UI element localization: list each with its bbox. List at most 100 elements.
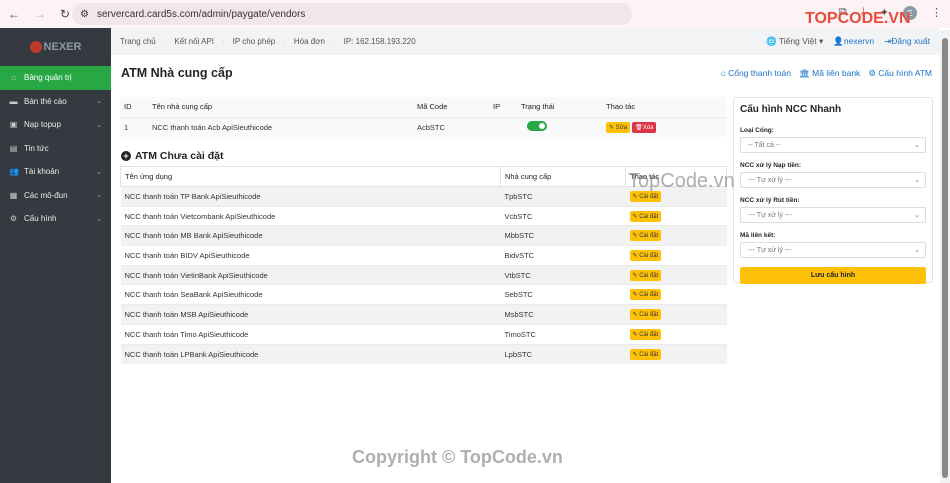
payment-gateway-link[interactable]: ⌂ Cổng thanh toán — [721, 68, 791, 79]
language-select[interactable]: 🌐 Tiếng Việt ▾ — [766, 36, 823, 47]
table-row: NCC thanh toán LPBank ApiSieuthicode LpbS… — [120, 343, 727, 364]
url-text: servercard.card5s.com/admin/paygate/vend… — [96, 8, 306, 20]
wrench-icon: ✎ — [632, 331, 638, 338]
col-code: Mã Code — [417, 102, 448, 112]
cell-provider: BidvSTC — [500, 245, 626, 266]
sidebar-item[interactable]: ▤ Tin tức — [0, 137, 111, 161]
gear-icon: ⚙ — [9, 214, 18, 224]
user-icon: 👤 — [833, 36, 844, 46]
cell-app: NCC thanh toán BIDV ApiSieuthicode — [120, 245, 501, 266]
chevron-down-icon: ⌄ — [96, 98, 102, 106]
logo-mark-icon — [29, 41, 42, 53]
install-label: Cài đặt — [639, 233, 659, 240]
install-button[interactable]: ✎ Cài đặt — [629, 348, 662, 360]
table-row: NCC thanh toán MSB ApiSieuthicode MsbSTC ✎… — [120, 304, 727, 325]
logout-link[interactable]: ⇥Đăng xuất — [884, 36, 930, 47]
sidebar-item[interactable]: ⌂ Bảng quản trị — [0, 66, 111, 90]
user-link[interactable]: 👤nexervn — [833, 36, 874, 47]
edit-label: Sửa — [615, 124, 628, 131]
topup-icon: ▣ — [9, 120, 18, 130]
ip-address: IP: 162.158.193.220 — [343, 37, 416, 46]
install-button[interactable]: ✎ Cài đặt — [629, 210, 662, 222]
address-bar[interactable]: ⚙ servercard.card5s.com/admin/paygate/ven… — [72, 3, 632, 25]
watermark: TopCode.vn — [628, 170, 735, 192]
sidebar-item[interactable]: ▬ Bán thẻ cào ⌄ — [0, 90, 111, 114]
link-label: Mã liên bank — [812, 68, 861, 78]
bank-code-link[interactable]: 🏛 Mã liên bank — [799, 68, 860, 79]
status-toggle[interactable] — [527, 121, 547, 132]
module-icon: ▦ — [9, 190, 18, 200]
section-title: ATM Chưa cài đặt — [135, 150, 224, 162]
select-field[interactable]: --- Tự xử lý --- ⌄ — [740, 207, 926, 223]
delete-label: Xóa — [642, 124, 654, 131]
edit-button[interactable]: ✎ Sửa — [606, 121, 631, 133]
atm-config-link[interactable]: ⚙ Cấu hình ATM — [868, 68, 932, 79]
nav-invoice[interactable]: Hóa đơn — [294, 37, 325, 46]
nav-ip[interactable]: IP cho phép — [233, 37, 276, 46]
reload-icon[interactable]: ↻ — [60, 7, 70, 21]
table-row: 1 NCC thanh toán Acb ApiSieuthicode AcbSTC… — [120, 116, 727, 137]
menu-icon[interactable]: ⋮ — [931, 6, 942, 20]
sidebar-item-label: Bán thẻ cào — [24, 96, 67, 106]
cell-provider: MbbSTC — [500, 225, 626, 246]
cell-app: NCC thanh toán SeaBank ApiSieuthicode — [120, 284, 501, 305]
install-button[interactable]: ✎ Cài đặt — [629, 230, 662, 242]
delete-button[interactable]: 🗑Xóa — [632, 121, 657, 133]
select-value: --- Tự xử lý --- — [748, 176, 792, 184]
watermark-copyright: Copyright © TopCode.vn — [352, 447, 563, 467]
chevron-down-icon: ⌄ — [914, 142, 920, 149]
sidebar-item[interactable]: ▦ Các mô-đun ⌄ — [0, 184, 111, 208]
select-value: --- Tự xử lý --- — [748, 211, 792, 219]
sidebar-item-label: Nạp topup — [24, 120, 61, 130]
logout-label: Đăng xuất — [891, 36, 930, 46]
cell-code: AcbSTC — [413, 116, 489, 137]
col-name: Tên nhà cung cấp — [152, 102, 213, 112]
col-app: Tên ứng dụng — [120, 166, 501, 187]
watermark-brand: TOPCODE.VN — [805, 10, 911, 27]
cell-app: NCC thanh toán MSB ApiSieuthicode — [120, 304, 501, 325]
install-button[interactable]: ✎ Cài đặt — [629, 308, 662, 320]
user-name: nexervn — [843, 36, 875, 46]
sidebar-item[interactable]: ▣ Nạp topup ⌄ — [0, 113, 111, 137]
logo-text: NEXER — [43, 41, 82, 53]
cell-app: NCC thanh toán TP Bank ApiSieuthicode — [120, 186, 501, 207]
nav-home[interactable]: Trang chủ — [120, 37, 156, 46]
nav-api[interactable]: Kết nối API — [174, 37, 214, 46]
table-row: NCC thanh toán Timo ApiSieuthicode TimoST… — [120, 323, 727, 344]
sidebar-item[interactable]: 👥 Tài khoản ⌄ — [0, 160, 111, 184]
site-info-icon[interactable]: ⚙ — [80, 9, 89, 20]
language-label: Tiếng Việt — [778, 36, 817, 46]
save-config-button[interactable]: Lưu cấu hình — [740, 267, 926, 284]
install-label: Cài đặt — [639, 351, 659, 358]
select-field[interactable]: --- Tự xử lý --- ⌄ — [740, 172, 926, 188]
cell-provider: VtbSTC — [500, 264, 626, 285]
wrench-icon: ✎ — [632, 272, 638, 279]
scrollbar[interactable] — [940, 30, 950, 483]
chevron-down-icon: ⌄ — [96, 168, 102, 176]
chevron-down-icon: ⌄ — [914, 247, 920, 254]
wrench-icon: ✎ — [632, 292, 638, 299]
install-button[interactable]: ✎ Cài đặt — [629, 328, 662, 340]
install-button[interactable]: ✎ Cài đặt — [629, 249, 662, 261]
sidebar-item-label: Các mô-đun — [24, 190, 68, 200]
wrench-icon: ✎ — [632, 311, 638, 318]
wrench-icon: ✎ — [632, 351, 638, 358]
sidebar-item[interactable]: ⚙ Cấu hình ⌄ — [0, 207, 111, 231]
select-field[interactable]: -- Tất cả -- ⌄ — [740, 137, 926, 153]
logo[interactable]: NEXER — [0, 28, 111, 66]
install-button[interactable]: ✎ Cài đặt — [629, 269, 662, 281]
sidebar-item-label: Bảng quản trị — [24, 73, 72, 83]
select-value: --- Tự xử lý --- — [748, 246, 792, 254]
install-button[interactable]: ✎ Cài đặt — [629, 289, 662, 301]
scrollbar-thumb[interactable] — [942, 38, 948, 478]
page-title: ATM Nhà cung cấp — [121, 66, 233, 80]
table-row: NCC thanh toán MB Bank ApiSieuthicode Mbb… — [120, 225, 727, 246]
col-status: Trạng thái — [521, 102, 555, 112]
forward-icon[interactable]: → — [34, 7, 46, 21]
chevron-down-icon: ⌄ — [96, 215, 102, 223]
select-field[interactable]: --- Tự xử lý --- ⌄ — [740, 242, 926, 258]
col-provider: Nhà cung cấp — [500, 166, 626, 187]
back-icon[interactable]: ← — [8, 7, 20, 21]
link-label: Cổng thanh toán — [728, 68, 791, 78]
install-label: Cài đặt — [639, 272, 659, 279]
